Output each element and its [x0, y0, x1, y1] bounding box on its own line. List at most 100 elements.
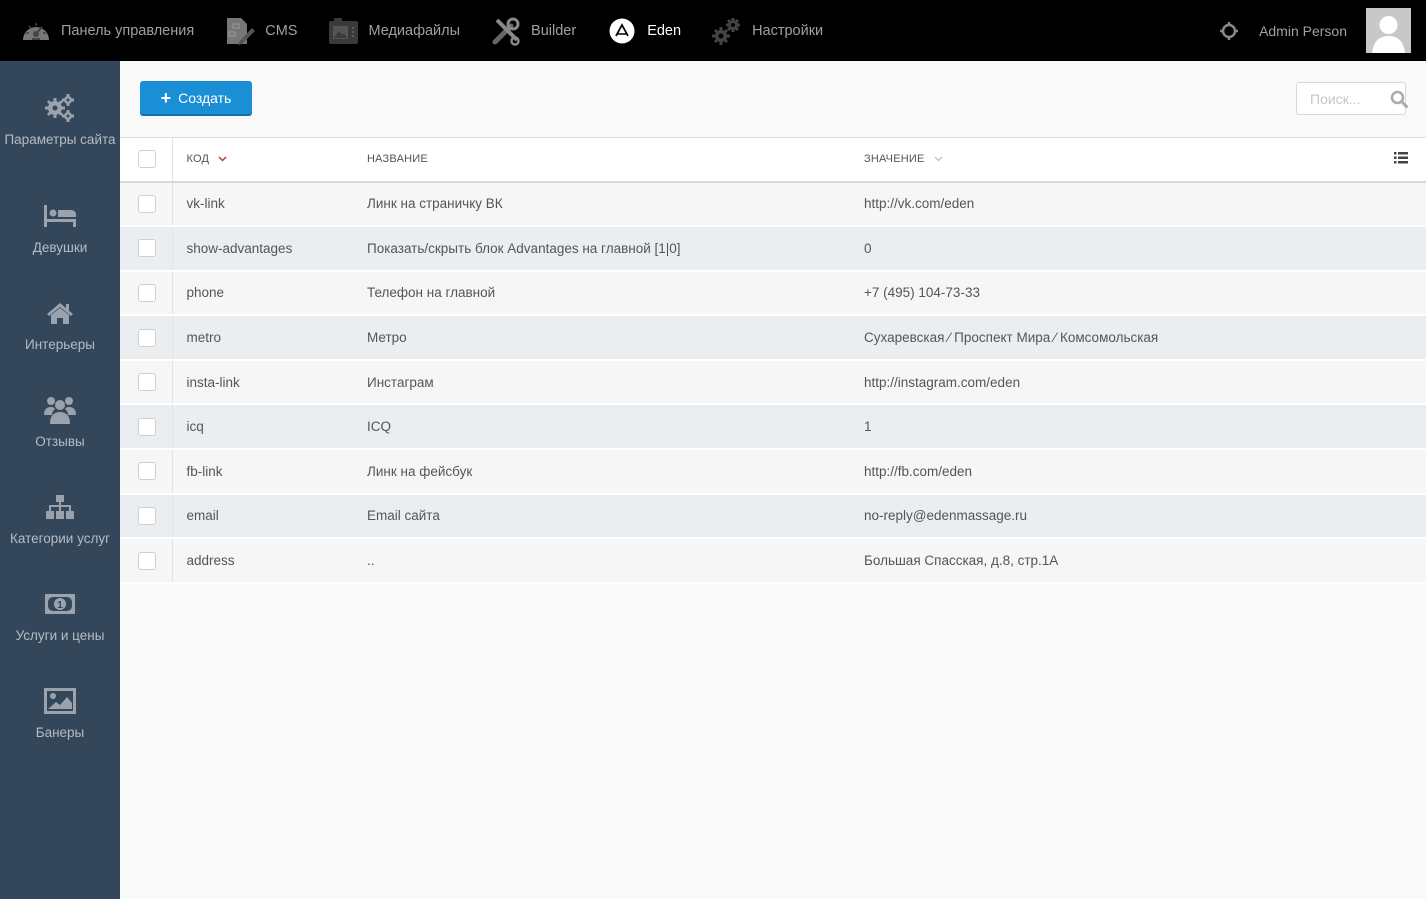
- cell-empty: [1376, 449, 1426, 494]
- builder-tools-icon: [490, 15, 522, 47]
- row-select-cell: [120, 270, 173, 316]
- sidebar-item-interiors[interactable]: Интерьеры: [0, 266, 120, 363]
- cell-value: http://vk.com/eden: [864, 196, 975, 212]
- sidebar: Параметры сайта Девушки Интерьеры Отзывы…: [0, 61, 120, 899]
- cell-value: http://fb.com/eden: [864, 463, 973, 479]
- home-icon: [43, 296, 77, 330]
- nav-item-media[interactable]: Медиафайлы: [312, 0, 475, 61]
- create-button[interactable]: + Создать: [140, 81, 252, 116]
- sidebar-item-site-params[interactable]: Параметры сайта: [0, 61, 120, 169]
- cell-value: Сухаревская ⁄ Проспект Мира ⁄ Комсомольс…: [864, 330, 1159, 346]
- svg-text:1: 1: [57, 600, 63, 611]
- cell-value: 1: [864, 419, 872, 435]
- row-select-cell: [120, 181, 173, 227]
- cell-code: metro: [186, 330, 222, 346]
- toolbar: + Создать: [120, 61, 1426, 137]
- nav-item-cms[interactable]: CMS: [209, 0, 312, 61]
- table-row[interactable]: show-advantages Показать/скрыть блок Adva…: [120, 226, 1426, 271]
- row-checkbox[interactable]: [138, 239, 156, 258]
- row-checkbox[interactable]: [138, 283, 156, 302]
- cell-code: email: [186, 508, 219, 524]
- table-row[interactable]: icq ICQ 1: [120, 404, 1426, 450]
- nav-item-settings[interactable]: Настройки: [696, 0, 838, 61]
- column-header-code[interactable]: Код: [172, 138, 367, 182]
- row-checkbox[interactable]: [138, 462, 156, 481]
- avatar[interactable]: [1366, 8, 1411, 53]
- row-select-cell: [120, 359, 173, 405]
- nav-item-label: Eden: [647, 22, 682, 39]
- nav-item-label: Медиафайлы: [368, 22, 461, 39]
- bed-icon: [43, 199, 77, 233]
- cell-name: Линк на фейсбук: [367, 463, 473, 479]
- search-input[interactable]: [1310, 90, 1384, 107]
- media-camera-icon: [327, 15, 359, 47]
- cell-code: show-advantages: [186, 240, 293, 256]
- settings-table: Код Название Значение vk-link Линк на стр…: [120, 137, 1426, 584]
- cell-name: Email сайта: [367, 508, 440, 524]
- table-row[interactable]: fb-link Линк на фейсбук http://fb.com/eden: [120, 449, 1426, 494]
- sidebar-item-banners[interactable]: Банеры: [0, 654, 120, 751]
- search-box: [1296, 82, 1408, 115]
- column-header-value[interactable]: Значение: [864, 138, 1376, 182]
- cell-code: address: [186, 553, 235, 569]
- sidebar-item-girls[interactable]: Девушки: [0, 169, 120, 266]
- nav-item-builder[interactable]: Builder: [475, 0, 591, 61]
- cell-code: insta-link: [186, 374, 240, 390]
- cell-code: icq: [186, 419, 204, 435]
- image-icon: [43, 684, 77, 718]
- row-checkbox[interactable]: [138, 373, 156, 392]
- cell-name: Показать/скрыть блок Advantages на главн…: [367, 240, 681, 256]
- create-button-label: Создать: [178, 89, 232, 106]
- nav-item-label: Панель управления: [61, 22, 195, 39]
- row-checkbox[interactable]: [138, 506, 156, 525]
- table-row[interactable]: phone Телефон на главной +7 (495) 104-73-3…: [120, 270, 1426, 316]
- list-columns-icon[interactable]: [1394, 151, 1408, 167]
- sidebar-item-label: Категории услуг: [10, 531, 110, 546]
- search-icon[interactable]: [1390, 90, 1408, 108]
- row-select-cell: [120, 226, 173, 271]
- sidebar-item-reviews[interactable]: Отзывы: [0, 363, 120, 460]
- sitemap-icon: [43, 490, 77, 524]
- sort-desc-icon: [218, 153, 227, 165]
- sidebar-item-label: Банеры: [35, 725, 85, 740]
- sidebar-item-service-categories[interactable]: Категории услуг: [0, 460, 120, 557]
- table-row[interactable]: address.. Большая Спасская, д.8, стр.1А: [120, 538, 1426, 583]
- row-checkbox[interactable]: [138, 417, 156, 436]
- main-content: + Создать Код Название Значение: [120, 61, 1426, 899]
- column-header-name[interactable]: Название: [367, 138, 864, 182]
- column-header-label: Код: [186, 153, 210, 166]
- cell-code: vk-link: [186, 196, 225, 212]
- cell-name: Линк на страничку ВК: [367, 196, 503, 212]
- dashboard-gauge-icon: [20, 15, 52, 47]
- select-all-cell: [120, 137, 173, 182]
- users-icon: [43, 393, 77, 427]
- eden-logo-icon: [606, 15, 638, 47]
- nav-item-dashboard[interactable]: Панель управления: [0, 0, 209, 61]
- row-checkbox[interactable]: [138, 551, 156, 570]
- cell-name: ICQ: [367, 419, 392, 435]
- table-row[interactable]: metro Метро Сухаревская ⁄ Проспект Мира ⁄ …: [120, 315, 1426, 360]
- sidebar-item-services-prices[interactable]: 1 Услуги и цены: [0, 557, 120, 654]
- nav-item-eden[interactable]: Eden: [591, 0, 696, 61]
- cell-empty: [1376, 538, 1426, 583]
- crosshair-icon[interactable]: [1219, 21, 1239, 41]
- nav-item-label: Настройки: [752, 22, 824, 39]
- table-header-row: Код Название Значение: [120, 137, 1426, 182]
- table-row[interactable]: vk-link Линк на страничку ВК http://vk.com…: [120, 181, 1426, 227]
- column-setup-cell: [1376, 138, 1426, 182]
- cell-value: +7 (495) 104-73-33: [864, 285, 980, 301]
- row-select-cell: [120, 404, 173, 450]
- cogs-icon: [43, 91, 77, 125]
- row-checkbox[interactable]: [138, 328, 156, 347]
- cell-code: fb-link: [186, 463, 223, 479]
- cell-name: Инстаграм: [367, 374, 434, 390]
- row-checkbox[interactable]: [138, 194, 156, 213]
- table-row[interactable]: insta-link Инстаграм http://instagram.com/…: [120, 359, 1426, 405]
- table-row[interactable]: email Email сайта no-reply@edenmassage.ru: [120, 493, 1426, 539]
- sidebar-item-label: Параметры сайта: [4, 132, 116, 147]
- nav-item-label: Builder: [531, 22, 577, 39]
- nav-item-label: CMS: [265, 22, 298, 39]
- select-all-checkbox[interactable]: [138, 150, 156, 169]
- cell-empty: [1376, 226, 1426, 271]
- user-name[interactable]: Admin Person: [1259, 23, 1347, 39]
